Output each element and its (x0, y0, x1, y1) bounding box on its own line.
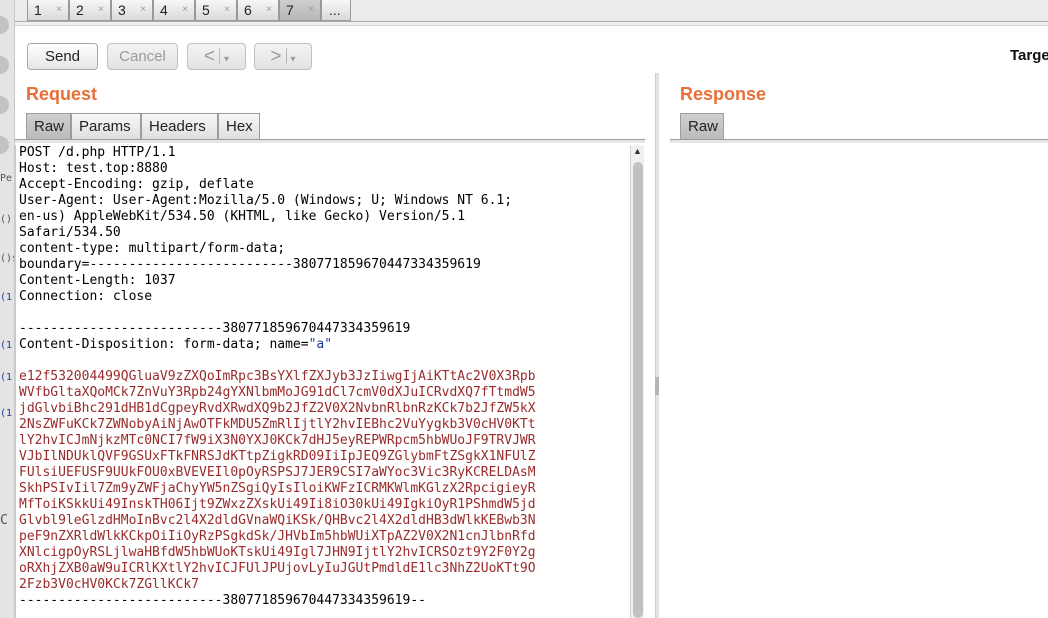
strip-text: () (0, 214, 13, 225)
body-line: peF9nZXRldWlkKCkpOiIiOyRzPSgkdSk/JHVbIm5… (19, 529, 536, 544)
body-line: e12f532004499QGluaV9zZXQoImRpc3BsYXlfZXJ… (19, 369, 536, 384)
more-tabs-button[interactable]: ... (321, 0, 351, 21)
window-button-icon (0, 136, 9, 154)
request-line: Content-Length: 1037 (19, 273, 176, 288)
window-button-icon (0, 96, 9, 114)
tab-underline (670, 139, 1048, 143)
close-icon[interactable]: × (140, 0, 146, 20)
window-button-icon (0, 56, 9, 74)
pane-splitter[interactable] (655, 73, 659, 618)
tab-label: 7 (286, 2, 294, 18)
body-line: 2NsZWFuKCk7ZWNobyAiNjAwOTFkMDU5ZmRlIjtlY… (19, 417, 536, 432)
target-label: Targe (1010, 47, 1048, 64)
request-line: Connection: close (19, 289, 153, 304)
body-line: FUlsiUEFUSF9UUkFOU0xBVEVEIl0pOyRSPSJ7JER… (19, 465, 536, 480)
tab-label: 4 (160, 2, 168, 18)
tab-params[interactable]: Params (71, 113, 141, 140)
body-line: MfToiKSkkUi49InskTH06Ijt9ZWxzZXskUi49Ii8… (19, 497, 536, 512)
forward-button[interactable]: > ▾ (254, 43, 312, 70)
tab-label: 1 (34, 2, 42, 18)
close-icon[interactable]: × (266, 0, 272, 20)
request-line: Safari/534.50 (19, 225, 121, 240)
repeater-tab-7[interactable]: 7 × (279, 0, 321, 21)
request-title: Request (26, 84, 98, 104)
tab-label: 6 (244, 2, 252, 18)
repeater-tab-1[interactable]: 1 × (27, 0, 69, 21)
body-line: lY2hvICJmNjkzMTc0NCI7fW9iX3N0YXJ0KCk7dHJ… (19, 433, 536, 448)
strip-text: (1 (0, 292, 13, 303)
strip-text: (1 (0, 408, 13, 419)
body-line: Glvbl9leGlzdHMoInBvc2l4X2dldGVnaWQiKSk/Q… (19, 513, 536, 528)
tab-label: ... (329, 2, 341, 18)
response-editor[interactable] (670, 145, 1048, 618)
request-line: User-Agent: User-Agent:Mozilla/5.0 (Wind… (19, 193, 513, 208)
back-button[interactable]: < ▾ (187, 43, 246, 70)
forward-arrow-icon: > (270, 46, 282, 67)
request-header-lines: POST /d.php HTTP/1.1 Host: test.top:8880 A… (19, 145, 630, 337)
close-icon[interactable]: × (308, 0, 314, 20)
dropdown-arrow-icon[interactable]: ▾ (291, 54, 296, 65)
body-line: SkhPSIvIil7Zm9yZWFjaChyYW5nZSgiQyIsIloiK… (19, 481, 536, 496)
background-window-strip: Pe () ()s (1 (1 (1 (1 C (0, 0, 15, 618)
request-scrollbar[interactable]: ▲ (630, 145, 644, 618)
tab-response-raw[interactable]: Raw (680, 113, 724, 140)
dropdown-arrow-icon[interactable]: ▾ (224, 54, 229, 65)
tab-label: 2 (76, 2, 84, 18)
strip-text: C (0, 513, 8, 528)
strip-text: (1 (0, 372, 13, 383)
strip-text: Pe (0, 173, 13, 184)
body-line: WVfbGltaXQoMCk7ZnVuY3Rpb24gYXNlbmMoJG91d… (19, 385, 536, 400)
window-button-icon (0, 16, 9, 34)
repeater-tab-3[interactable]: 3 × (111, 0, 153, 21)
request-line: boundary=--------------------------38077… (19, 257, 481, 272)
tab-headers[interactable]: Headers (141, 113, 218, 140)
request-line: --------------------------38077185967044… (19, 321, 411, 336)
disposition-value: "a" (308, 337, 333, 352)
repeater-tab-6[interactable]: 6 × (237, 0, 279, 21)
request-text[interactable]: POST /d.php HTTP/1.1 Host: test.top:8880 A… (16, 145, 630, 609)
body-line: jdGlvbiBhc291dHB1dCgpeyRvdXRwdXQ9b2JfZ2V… (19, 401, 536, 416)
tab-hex[interactable]: Hex (218, 113, 260, 140)
tab-bar-divider (15, 22, 1048, 26)
request-line: en-us) AppleWebKit/534.50 (KHTML, like G… (19, 209, 466, 224)
closing-boundary: --------------------------38077185967044… (19, 593, 426, 608)
tab-label: 3 (118, 2, 126, 18)
scroll-up-icon[interactable]: ▲ (631, 146, 644, 158)
repeater-tab-5[interactable]: 5 × (195, 0, 237, 21)
cancel-button[interactable]: Cancel (107, 43, 178, 70)
scroll-thumb[interactable] (633, 162, 643, 618)
request-body: e12f532004499QGluaV9zZXQoImRpc3BsYXlfZXJ… (19, 369, 630, 593)
close-icon[interactable]: × (182, 0, 188, 20)
request-editor[interactable]: POST /d.php HTTP/1.1 Host: test.top:8880 A… (15, 145, 630, 618)
request-line (19, 305, 630, 321)
body-line: oRXhjZXB0aW9uICRlKXtlY2hvICJFUlJPUjovLyI… (19, 561, 536, 576)
request-line: Accept-Encoding: gzip, deflate (19, 177, 254, 192)
back-arrow-icon: < (203, 46, 216, 67)
splitter-grip[interactable] (655, 377, 659, 395)
tab-raw[interactable]: Raw (26, 113, 71, 140)
request-line: POST /d.php HTTP/1.1 (19, 145, 176, 160)
content-disposition-line: Content-Disposition: form-data; name="a" (19, 337, 630, 353)
request-line: content-type: multipart/form-data; (19, 241, 286, 256)
close-icon[interactable]: × (56, 0, 62, 20)
close-icon[interactable]: × (224, 0, 230, 20)
tab-underline (15, 139, 645, 143)
response-title: Response (680, 84, 767, 104)
body-line: XNlcigpOyRSLjlwaHBfdW5hbWUoKTskUi49Igl7J… (19, 545, 536, 560)
repeater-tab-4[interactable]: 4 × (153, 0, 195, 21)
body-line: VJbIlNDUklQVF9GSUxFTkFNRSJdKTtpZigkRD09I… (19, 449, 536, 464)
repeater-tab-2[interactable]: 2 × (69, 0, 111, 21)
body-line: 2Fzb3V0cHV0KCk7ZGllKCk7 (19, 577, 200, 592)
request-line: Host: test.top:8880 (19, 161, 168, 176)
strip-text: ()s (0, 253, 14, 264)
disposition-text: Content-Disposition: form-data; name= (19, 337, 309, 352)
repeater-tab-bar: 1 × 2 × 3 × 4 × 5 × 6 × 7 × ... (15, 0, 1048, 22)
tab-label: 5 (202, 2, 210, 18)
send-button[interactable]: Send (27, 43, 98, 70)
close-icon[interactable]: × (98, 0, 104, 20)
strip-text: (1 (0, 340, 13, 351)
